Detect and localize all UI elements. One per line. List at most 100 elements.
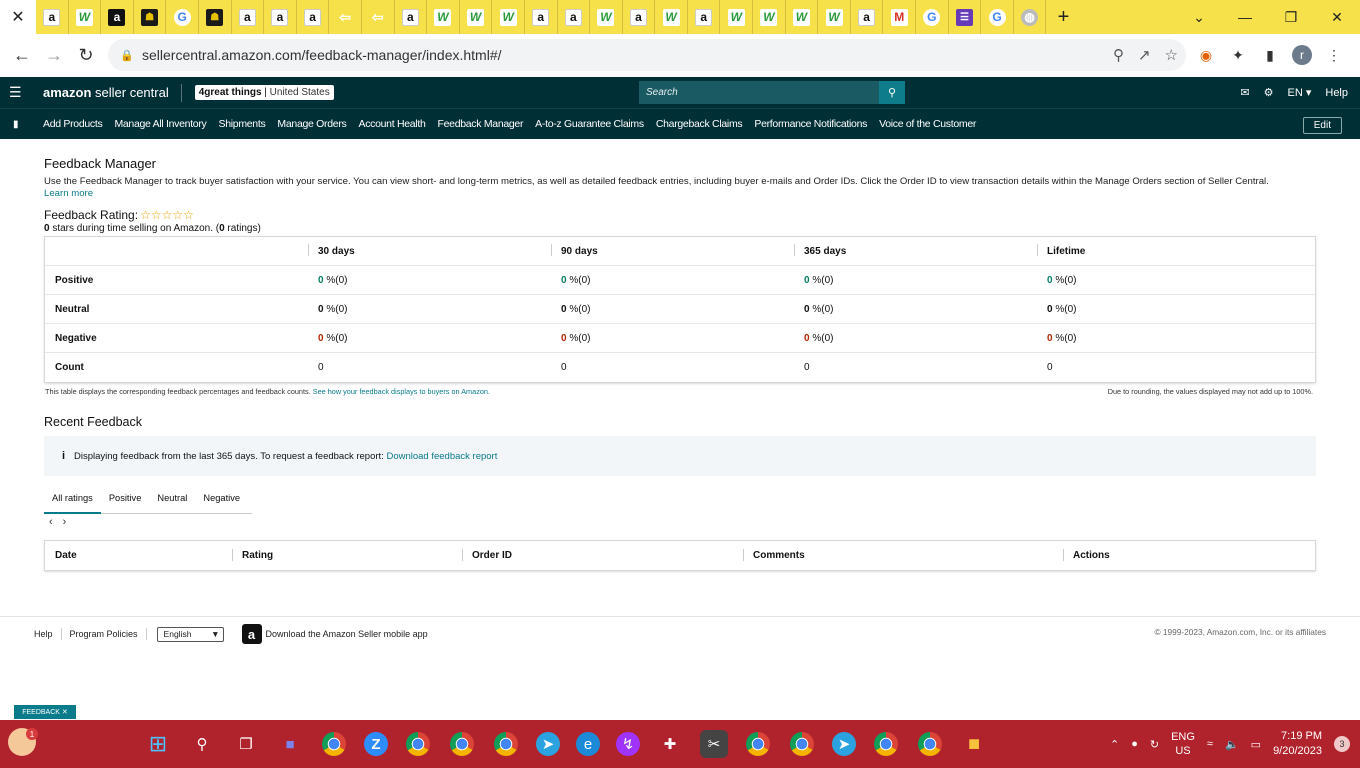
nav-a-to-z-claims[interactable]: A-to-z Guarantee Claims	[535, 118, 644, 130]
bookmark-star-icon[interactable]: ☆	[1165, 46, 1178, 64]
nav-performance-notifications[interactable]: Performance Notifications	[754, 118, 867, 130]
clock[interactable]: 7:19 PM 9/20/2023	[1273, 729, 1322, 759]
column-header-actions[interactable]: Actions	[1063, 549, 1313, 561]
chrome-icon[interactable]	[916, 730, 944, 758]
browser-tab[interactable]: W	[753, 0, 786, 34]
browser-tab[interactable]: a	[264, 0, 297, 34]
firefox-extension-icon[interactable]: ◉	[1196, 45, 1216, 65]
store-selector[interactable]: 4great things | United States	[194, 85, 334, 100]
browser-tab[interactable]: ⇦	[362, 0, 395, 34]
browser-tab[interactable]: ⇦	[329, 0, 362, 34]
search-icon[interactable]: ⚲	[879, 81, 905, 104]
minimize-icon[interactable]: —	[1222, 0, 1268, 34]
tab-all-ratings[interactable]: All ratings	[44, 488, 101, 514]
browser-tab[interactable]: W	[818, 0, 851, 34]
battery-icon[interactable]: ▭	[1251, 738, 1261, 751]
tab-negative[interactable]: Negative	[195, 488, 248, 514]
close-window-icon[interactable]: ✕	[1314, 0, 1360, 34]
bookmark-icon[interactable]: ▮	[13, 119, 21, 130]
nav-shipments[interactable]: Shipments	[219, 118, 266, 130]
chevron-up-icon[interactable]: ⌃	[1110, 738, 1119, 751]
nav-chargeback-claims[interactable]: Chargeback Claims	[656, 118, 743, 130]
hamburger-menu-icon[interactable]: ☰	[9, 84, 25, 101]
column-header-comments[interactable]: Comments	[743, 549, 1063, 561]
puzzle-icon[interactable]: ✦	[1228, 45, 1248, 65]
browser-tab[interactable]: a	[688, 0, 721, 34]
slack-icon[interactable]: ✚	[656, 730, 684, 758]
file-explorer-icon[interactable]: ■	[960, 730, 988, 758]
forward-icon[interactable]: →	[38, 39, 70, 71]
browser-tab[interactable]: W	[720, 0, 754, 34]
search-icon[interactable]: ⚲	[188, 730, 216, 758]
nav-add-products[interactable]: Add Products	[43, 118, 103, 130]
browser-tab[interactable]: a	[395, 0, 428, 34]
seller-central-logo[interactable]: amazon seller central	[43, 85, 169, 100]
chrome-icon[interactable]	[744, 730, 772, 758]
url-text[interactable]: sellercentral.amazon.com/feedback-manage…	[142, 47, 502, 63]
browser-tab[interactable]: ☗	[199, 0, 232, 34]
chrome-icon[interactable]	[872, 730, 900, 758]
program-policies-link[interactable]: Program Policies	[70, 629, 138, 639]
feedback-display-link[interactable]: See how your feedback displays to buyers…	[313, 387, 490, 396]
browser-tab[interactable]: a	[525, 0, 558, 34]
nav-manage-orders[interactable]: Manage Orders	[277, 118, 346, 130]
tab-neutral[interactable]: Neutral	[149, 488, 195, 514]
input-language[interactable]: ENG US	[1171, 730, 1195, 758]
browser-tab[interactable]: ☰	[949, 0, 982, 34]
browser-tab[interactable]: a	[297, 0, 330, 34]
snipping-tool-icon[interactable]: ✂	[700, 730, 728, 758]
browser-tab[interactable]: G	[981, 0, 1014, 34]
telegram-icon[interactable]: ➤	[536, 732, 560, 756]
browser-tab[interactable]: a	[101, 0, 134, 34]
chrome-icon[interactable]	[492, 730, 520, 758]
zoom-app-icon[interactable]: Z	[364, 732, 388, 756]
language-selector[interactable]: EN ▾	[1288, 86, 1312, 99]
back-icon[interactable]: ←	[6, 39, 38, 71]
reload-icon[interactable]: ↻	[70, 39, 102, 71]
nav-manage-inventory[interactable]: Manage All Inventory	[114, 118, 206, 130]
browser-tab[interactable]: G	[916, 0, 949, 34]
browser-tab[interactable]: ☗	[134, 0, 167, 34]
chrome-icon[interactable]	[788, 730, 816, 758]
feedback-tab-button[interactable]: FEEDBACK ✕	[14, 705, 76, 719]
footer-help-link[interactable]: Help	[34, 629, 53, 639]
browser-tab[interactable]: a	[232, 0, 265, 34]
chrome-icon[interactable]	[404, 730, 432, 758]
browser-tab[interactable]: ◍	[1014, 0, 1047, 34]
browser-tab[interactable]: W	[427, 0, 460, 34]
nav-voice-of-customer[interactable]: Voice of the Customer	[879, 118, 976, 130]
browser-tab[interactable]: a	[851, 0, 884, 34]
browser-tab[interactable]: W	[460, 0, 493, 34]
column-header-order-id[interactable]: Order ID	[462, 549, 743, 561]
edit-nav-button[interactable]: Edit	[1302, 117, 1342, 134]
meet-icon[interactable]: ■	[276, 730, 304, 758]
browser-tab[interactable]: M	[883, 0, 917, 34]
column-header-rating[interactable]: Rating	[232, 549, 462, 561]
start-icon[interactable]: ⊞	[144, 730, 172, 758]
restore-icon[interactable]: ❐	[1268, 0, 1314, 34]
notification-badge[interactable]: 3	[1334, 736, 1350, 752]
volume-icon[interactable]: 🔈	[1225, 738, 1239, 751]
edge-icon[interactable]: e	[576, 732, 600, 756]
side-panel-icon[interactable]: ▮	[1260, 45, 1280, 65]
tab-search-icon[interactable]: ⌄	[1176, 0, 1222, 34]
mobile-app-link[interactable]: Download the Amazon Seller mobile app	[266, 629, 428, 639]
chrome-icon[interactable]	[448, 730, 476, 758]
browser-tab[interactable]: a	[558, 0, 591, 34]
browser-tab[interactable]: W	[786, 0, 819, 34]
search-input[interactable]: Search	[639, 81, 879, 104]
wifi-icon[interactable]: ≈	[1207, 738, 1213, 750]
more-menu-icon[interactable]: ⋮	[1324, 45, 1344, 65]
mail-icon[interactable]: ✉	[1240, 86, 1249, 99]
next-page-icon[interactable]: ›	[63, 516, 67, 528]
prev-page-icon[interactable]: ‹	[49, 516, 53, 528]
zoom-icon[interactable]: ⚲	[1113, 46, 1124, 64]
nav-feedback-manager[interactable]: Feedback Manager	[438, 118, 524, 130]
new-tab-button[interactable]: +	[1046, 0, 1080, 34]
browser-tab[interactable]: a	[623, 0, 656, 34]
tab-positive[interactable]: Positive	[101, 488, 150, 514]
nav-account-health[interactable]: Account Health	[358, 118, 425, 130]
profile-avatar[interactable]: r	[1292, 45, 1312, 65]
task-view-icon[interactable]: ❐	[232, 730, 260, 758]
share-icon[interactable]: ↗	[1138, 46, 1151, 64]
